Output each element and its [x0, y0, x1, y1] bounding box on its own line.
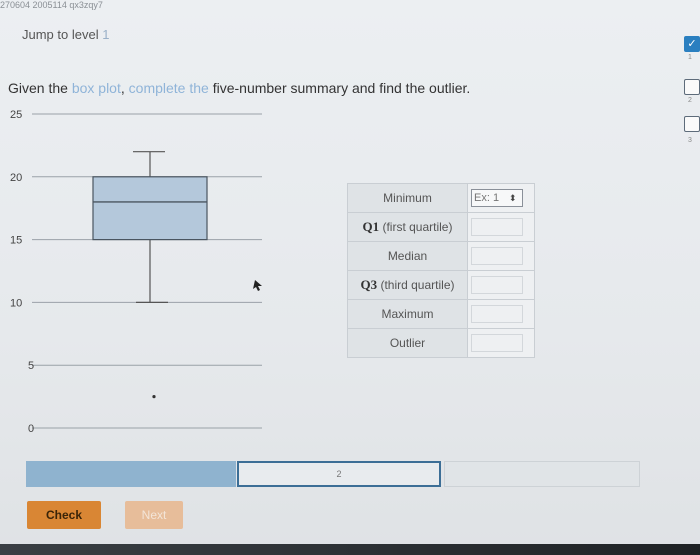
jump-label: Jump to level: [22, 27, 99, 42]
tick-label-25: 25: [10, 109, 22, 121]
q1-desc: (first quartile): [379, 220, 453, 234]
iqr-box: [92, 176, 208, 241]
five-number-summary-table: Minimum ⬍ Q1 (first quartile) Median Q3 …: [347, 183, 535, 358]
tick-label-5: 5: [28, 360, 34, 372]
prompt-prefix: Given the: [8, 80, 72, 96]
label-q1: Q1 (first quartile): [347, 212, 468, 242]
spinner-icon[interactable]: ⬍: [509, 193, 517, 203]
tick-label-10: 10: [10, 297, 22, 309]
prompt-mid: ,: [120, 80, 129, 96]
row-median: Median: [347, 241, 535, 271]
outlier-point: [152, 395, 156, 399]
check-button[interactable]: Check: [27, 501, 101, 529]
level-2-number: 2: [688, 97, 692, 104]
label-minimum: Minimum: [347, 183, 468, 213]
label-maximum: Maximum: [347, 299, 468, 329]
row-q1: Q1 (first quartile): [347, 212, 535, 242]
jump-level-number: 1: [102, 27, 110, 42]
level-1-number: 1: [688, 54, 692, 61]
row-minimum: Minimum ⬍: [347, 183, 535, 213]
tick-label-15: 15: [10, 235, 22, 247]
prompt-link-box-plot: box plot: [71, 80, 121, 96]
tick-label-20: 20: [10, 172, 22, 184]
level-2-checkbox[interactable]: [684, 79, 700, 95]
level-3-checkbox[interactable]: [684, 116, 700, 132]
jump-to-level[interactable]: Jump to level 1: [22, 27, 109, 42]
q3-symbol: Q3: [360, 277, 378, 292]
progress-segment-1: [26, 461, 236, 487]
input-maximum[interactable]: [471, 305, 523, 323]
mouse-cursor-icon: [253, 280, 262, 291]
progress-segment-2: 2: [237, 461, 441, 487]
row-q3: Q3 (third quartile): [347, 270, 535, 300]
prompt-link-complete: complete the: [128, 80, 209, 96]
level-1-checkbox[interactable]: ✓: [684, 36, 700, 52]
progress-segment-3: [444, 461, 640, 487]
input-median[interactable]: [471, 247, 523, 265]
tick-label-0: 0: [28, 423, 34, 435]
level-3-number: 3: [688, 137, 692, 144]
next-button[interactable]: Next: [125, 501, 183, 529]
question-prompt: Given the box plot, complete the five-nu…: [8, 80, 470, 96]
row-outlier: Outlier: [347, 328, 535, 358]
activity-id: 270604 2005114 qx3zqy7: [0, 0, 103, 10]
input-q3[interactable]: [471, 276, 523, 294]
prompt-suffix: five-number summary and find the outlier…: [208, 80, 471, 96]
box-plot: 25 20 15 10 5 0: [10, 109, 262, 435]
input-outlier[interactable]: [471, 334, 523, 352]
label-outlier: Outlier: [347, 328, 468, 358]
label-q3: Q3 (third quartile): [347, 270, 468, 300]
q3-desc: (third quartile): [377, 278, 455, 292]
screen-bezel: [0, 544, 700, 555]
input-q1[interactable]: [471, 218, 523, 236]
row-maximum: Maximum: [347, 299, 535, 329]
label-median: Median: [347, 241, 468, 271]
q1-symbol: Q1: [362, 219, 380, 234]
